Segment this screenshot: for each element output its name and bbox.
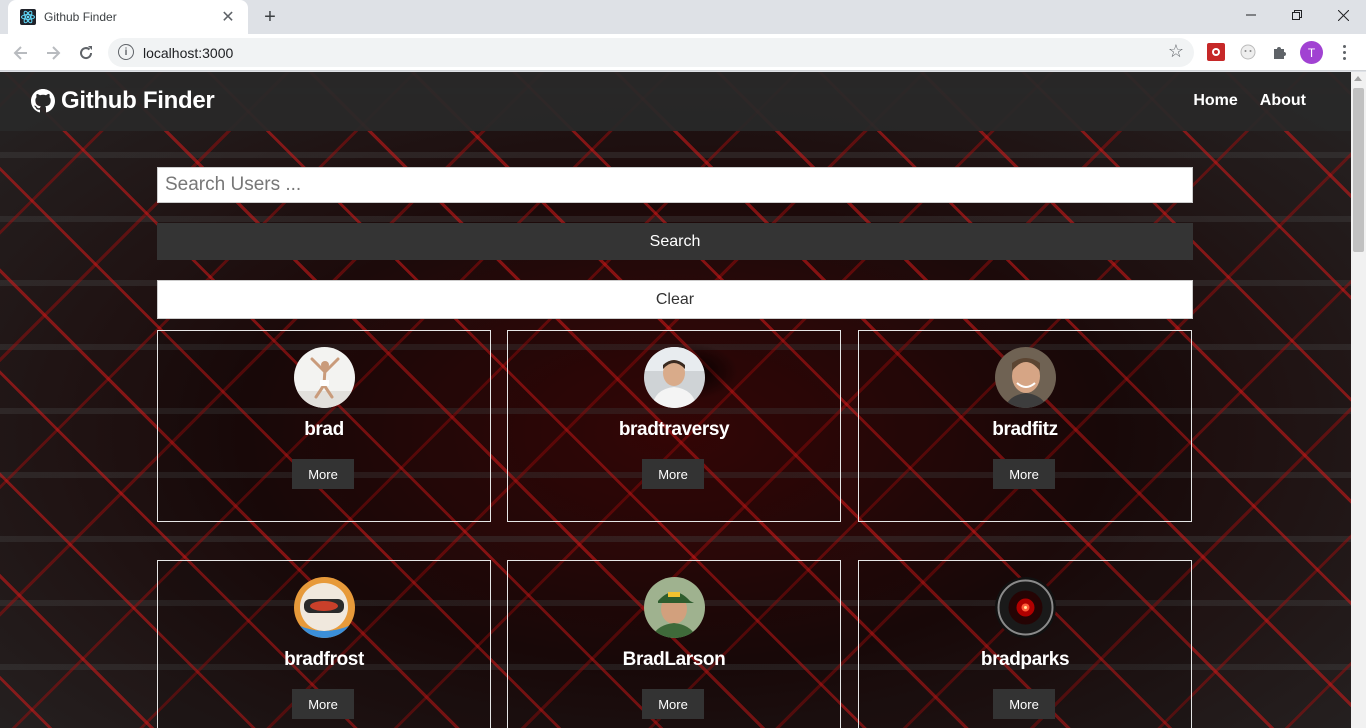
user-login: BradLarson [622,649,726,670]
user-card: bradparks More [858,560,1192,728]
react-icon [20,9,36,25]
user-card: BradLarson More [507,560,841,728]
extensions-puzzle-icon[interactable] [1270,42,1290,62]
more-button[interactable]: More [292,459,354,489]
person-jumping-avatar [294,347,355,408]
url-text: localhost:3000 [143,45,234,61]
user-card: brad More [157,330,491,522]
search-button[interactable]: Search [157,223,1193,260]
address-bar[interactable]: i localhost:3000 ☆ [108,38,1194,67]
nav-links: Home About [1193,92,1306,110]
page-viewport: Github Finder Home About Search Clear br… [0,72,1351,728]
user-login: bradfitz [992,419,1058,440]
browser-menu-icon[interactable] [1334,40,1354,64]
user-login: bradparks [980,649,1070,670]
nav-link-home[interactable]: Home [1193,92,1237,110]
scrollbar-thumb[interactable] [1353,88,1364,252]
user-card: bradfitz More [858,330,1192,522]
more-button[interactable]: More [292,689,354,719]
scroll-up-icon[interactable] [1354,76,1362,81]
site-info-icon[interactable]: i [118,44,134,60]
user-login: bradfrost [284,649,364,670]
bookmark-star-icon[interactable]: ☆ [1168,41,1184,62]
man-portrait-avatar [644,347,705,408]
search-input[interactable] [157,167,1193,203]
new-tab-icon[interactable]: + [258,6,282,28]
reload-icon[interactable] [73,40,99,66]
browser-toolbar: i localhost:3000 ☆ T [0,34,1366,71]
page-scrollbar[interactable] [1351,72,1366,728]
helmet-avatar [294,577,355,638]
user-login: brad [304,419,344,440]
app-navbar: Github Finder Home About [0,72,1351,131]
minimize-icon[interactable] [1228,0,1274,30]
user-card: bradfrost More [157,560,491,728]
more-button[interactable]: More [642,459,704,489]
user-card: bradtraversy More [507,330,841,522]
brand[interactable]: Github Finder [31,87,215,115]
browser-tab[interactable]: Github Finder ✕ [8,0,248,34]
nav-link-about[interactable]: About [1260,92,1306,110]
tab-title: Github Finder [44,10,117,24]
extension-red-icon[interactable] [1206,42,1226,62]
close-tab-icon[interactable]: ✕ [218,7,238,27]
restore-icon[interactable] [1274,0,1320,30]
user-login: bradtraversy [618,419,730,440]
more-button[interactable]: More [993,459,1055,489]
forward-icon[interactable] [40,40,66,66]
clear-button[interactable]: Clear [157,280,1193,319]
browser-tabstrip: Github Finder ✕ + [0,0,1366,34]
man-smiling-avatar [995,347,1056,408]
hal-eye-avatar [995,577,1056,638]
more-button[interactable]: More [993,689,1055,719]
man-cap-avatar [644,577,705,638]
more-button[interactable]: More [642,689,704,719]
extension-face-icon[interactable] [1238,42,1258,62]
back-icon[interactable] [8,40,34,66]
profile-avatar[interactable]: T [1300,41,1323,64]
github-icon [31,89,55,113]
close-window-icon[interactable] [1320,0,1366,30]
brand-title: Github Finder [61,87,215,114]
